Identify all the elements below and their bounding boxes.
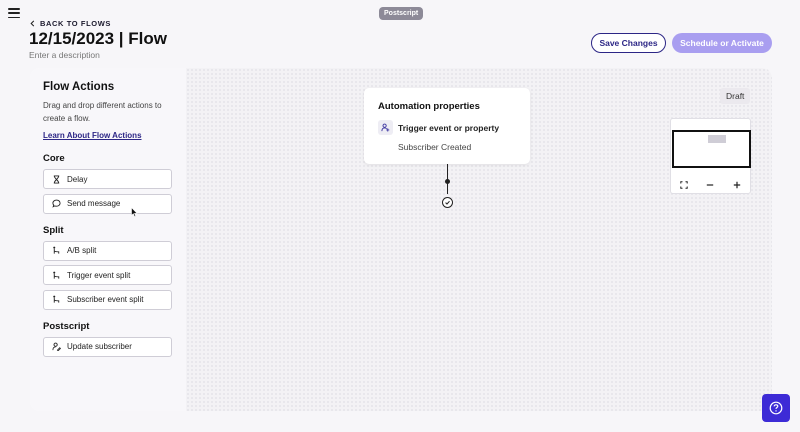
schedule-activate-button[interactable]: Schedule or Activate	[672, 33, 772, 53]
minus-icon	[707, 184, 714, 186]
save-changes-button[interactable]: Save Changes	[591, 33, 666, 53]
action-delay-label: Delay	[67, 174, 88, 184]
brand-badge: Postscript	[379, 7, 424, 20]
message-icon	[52, 199, 61, 208]
user-edit-icon	[52, 342, 61, 351]
action-send-message-label: Send message	[67, 199, 121, 208]
chevron-left-icon	[30, 20, 35, 27]
flow-actions-sidebar: Flow Actions Drag and drop different act…	[30, 68, 186, 411]
node-trigger-value: Subscriber Created	[398, 142, 472, 152]
split-icon	[53, 295, 60, 303]
user-plus-icon	[378, 120, 393, 135]
node-trigger-label: Trigger event or property	[398, 122, 500, 133]
description-input[interactable]	[29, 49, 249, 61]
fit-view-button[interactable]	[671, 177, 697, 193]
minimap-node	[708, 135, 726, 143]
flow-canvas[interactable]: Automation properties Trigger event or p…	[186, 68, 772, 411]
automation-properties-node[interactable]: Automation properties Trigger event or p…	[364, 88, 530, 164]
split-icon	[53, 271, 60, 279]
status-badge: Draft	[720, 88, 751, 104]
action-update-subscriber[interactable]: Update subscriber	[43, 336, 172, 357]
help-icon	[769, 401, 783, 415]
zoom-out-button[interactable]	[697, 177, 723, 193]
section-core-title: Core	[43, 153, 65, 164]
minimap[interactable]	[670, 118, 751, 194]
node-trigger-row: Trigger event or property	[378, 120, 516, 135]
menu-icon[interactable]	[8, 8, 20, 18]
check-circle-icon[interactable]	[442, 197, 453, 208]
action-delay[interactable]: Delay	[43, 169, 172, 189]
action-update-subscriber-label: Update subscriber	[67, 342, 132, 351]
action-trigger-event-split-label: Trigger event split	[67, 270, 131, 280]
section-postscript-title: Postscript	[43, 320, 90, 332]
zoom-controls	[671, 177, 750, 193]
action-send-message[interactable]: Send message	[43, 193, 172, 214]
zoom-in-button[interactable]	[724, 177, 750, 193]
node-title: Automation properties	[378, 101, 480, 112]
sidebar-help-text: Drag and drop different actions to creat…	[43, 101, 162, 123]
sidebar-title: Flow Actions	[43, 81, 115, 93]
mouse-cursor-icon	[131, 207, 138, 218]
help-button[interactable]	[762, 394, 790, 422]
action-ab-split-label: A/B split	[67, 246, 97, 255]
learn-flow-actions-link[interactable]: Learn About Flow Actions	[43, 131, 142, 140]
action-subscriber-event-split[interactable]: Subscriber event split	[43, 289, 172, 310]
flow-connector-dot	[445, 179, 450, 184]
action-subscriber-event-split-label: Subscriber event split	[67, 295, 144, 304]
minimap-viewport[interactable]	[672, 130, 751, 168]
section-split-title: Split	[43, 224, 64, 236]
plus-icon	[733, 181, 741, 189]
split-icon	[53, 246, 60, 254]
back-to-flows-link[interactable]: BACK TO FLOWS	[29, 19, 111, 28]
page-title: 12/15/2023 | Flow	[29, 29, 168, 48]
flow-editor-panel: Flow Actions Drag and drop different act…	[30, 68, 772, 411]
action-ab-split[interactable]: A/B split	[43, 240, 172, 261]
back-link-label: BACK TO FLOWS	[40, 19, 111, 28]
action-trigger-event-split[interactable]: Trigger event split	[43, 265, 172, 285]
hourglass-icon	[53, 174, 60, 184]
expand-icon	[680, 181, 688, 189]
